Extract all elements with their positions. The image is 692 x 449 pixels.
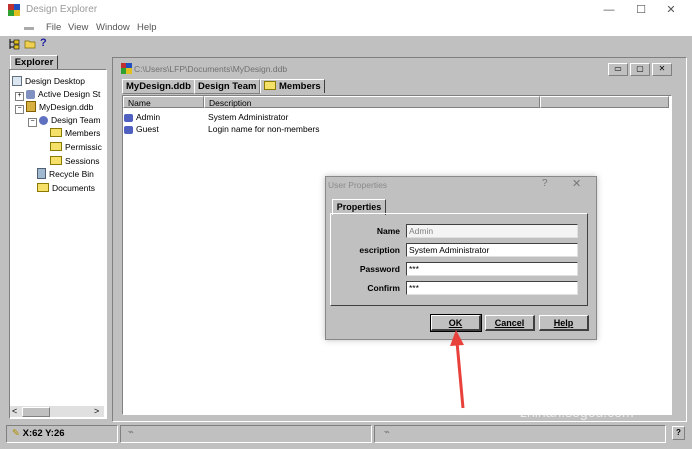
tree-item-permissions[interactable]: Permissic [50,141,102,153]
folder-icon [264,81,276,90]
minimize-button[interactable]: — [596,2,622,18]
tree-item-documents[interactable]: Documents [37,182,95,194]
ok-button[interactable]: OK [430,314,482,332]
tree-item-design-team[interactable]: − Design Team [28,114,100,127]
desktop-icon [12,76,22,86]
dialog-title: User Properties [328,180,388,190]
password-field[interactable]: *** [406,262,578,276]
help-icon[interactable]: ? [40,37,47,49]
team-icon [39,116,48,125]
tab-design-team[interactable]: Design Team [194,79,261,94]
doc-minimize-button[interactable]: ▭ [608,63,628,76]
help-button[interactable]: Help [539,315,589,331]
field-label-name: Name [376,226,400,236]
sogou-logo-icon: S [517,364,555,394]
document-path: C:\Users\LFP\Documents\MyDesign.ddb [134,64,288,74]
field-label-confirm: Confirm [367,283,400,293]
network-icon [26,90,35,99]
user-icon [124,114,133,122]
recycle-bin-icon [37,168,46,179]
folder-icon [37,183,49,192]
open-folder-icon[interactable] [24,38,36,50]
menu-window[interactable]: Window [96,22,130,33]
close-button[interactable]: ✕ [658,2,684,18]
tree-view-icon[interactable] [8,38,20,50]
menu-file[interactable]: File [46,22,61,33]
app-title: Design Explorer [26,4,98,15]
tree-item-recycle-bin[interactable]: Recycle Bin [37,168,94,180]
maximize-button[interactable]: ☐ [628,2,654,18]
dialog-close-icon[interactable]: ✕ [572,177,581,190]
tab-explorer[interactable]: Explorer [10,55,58,70]
expand-plus-icon[interactable]: + [15,92,24,101]
doc-restore-button[interactable]: ▢ [630,63,650,76]
field-label-description: escription [359,245,400,255]
table-row[interactable]: Admin [124,112,160,123]
document-icon [121,63,132,74]
description-field[interactable]: System Administrator [406,243,578,257]
menu-view[interactable]: View [68,22,88,33]
cursor-coordinates: ✎ X:62 Y:26 [12,428,65,439]
cancel-button[interactable]: Cancel [485,315,535,331]
database-icon [26,101,36,112]
column-header-empty[interactable] [540,96,669,108]
user-icon [124,126,133,134]
document-menu-icon[interactable]: ▬ [24,23,36,33]
toolbar [0,36,692,52]
tree-item-mydesign-ddb[interactable]: − MyDesign.ddb [15,101,93,114]
dialog-help-icon[interactable]: ? [542,178,548,189]
field-label-password: Password [359,264,400,274]
design-explorer-app-icon [8,4,20,16]
scroll-left-icon[interactable]: < [12,406,17,416]
tree-item-active-design[interactable]: + Active Design St [15,88,100,101]
row-description: System Administrator [208,112,289,122]
tree-item-sessions[interactable]: Sessions [50,155,100,167]
table-row[interactable]: Guest [124,124,159,135]
scrollbar-thumb[interactable] [22,407,50,417]
status-pencil-icon: ⌁ [384,427,391,438]
watermark-text: 搜狗指南 [562,372,659,397]
explorer-tree-panel: Design Desktop + Active Design St − MyDesi… [9,69,107,419]
tree-item-design-desktop[interactable]: Design Desktop [12,75,85,87]
name-field[interactable]: Admin [406,224,578,238]
pencil-icon: ✎ [12,428,20,439]
status-pane-3 [374,425,666,443]
column-header-name[interactable]: Name [123,96,204,108]
collapse-minus-icon[interactable]: − [15,105,24,114]
scroll-right-icon[interactable]: > [94,406,99,416]
confirm-password-field[interactable]: *** [406,281,578,295]
collapse-minus-icon[interactable]: − [28,118,37,127]
tree-item-members[interactable]: Members [50,127,100,139]
menu-help[interactable]: Help [137,22,157,33]
folder-icon [50,128,62,137]
watermark-url: zhinan.sogou.com [520,404,634,420]
folder-icon [50,156,62,165]
tab-members[interactable]: Members [260,79,325,93]
doc-close-button[interactable]: ✕ [652,63,672,76]
app-title-bar [0,0,692,20]
status-help-icon[interactable]: ? [672,426,685,440]
folder-icon [50,142,62,151]
column-header-description[interactable]: Description [204,96,540,108]
explorer-horizontal-scrollbar[interactable]: < > [10,406,104,417]
tab-mydesign-ddb[interactable]: MyDesign.ddb [122,79,195,94]
status-pencil-icon: ⌁ [128,427,135,438]
row-description: Login name for non-members [208,124,320,134]
status-pane-2 [120,425,372,443]
